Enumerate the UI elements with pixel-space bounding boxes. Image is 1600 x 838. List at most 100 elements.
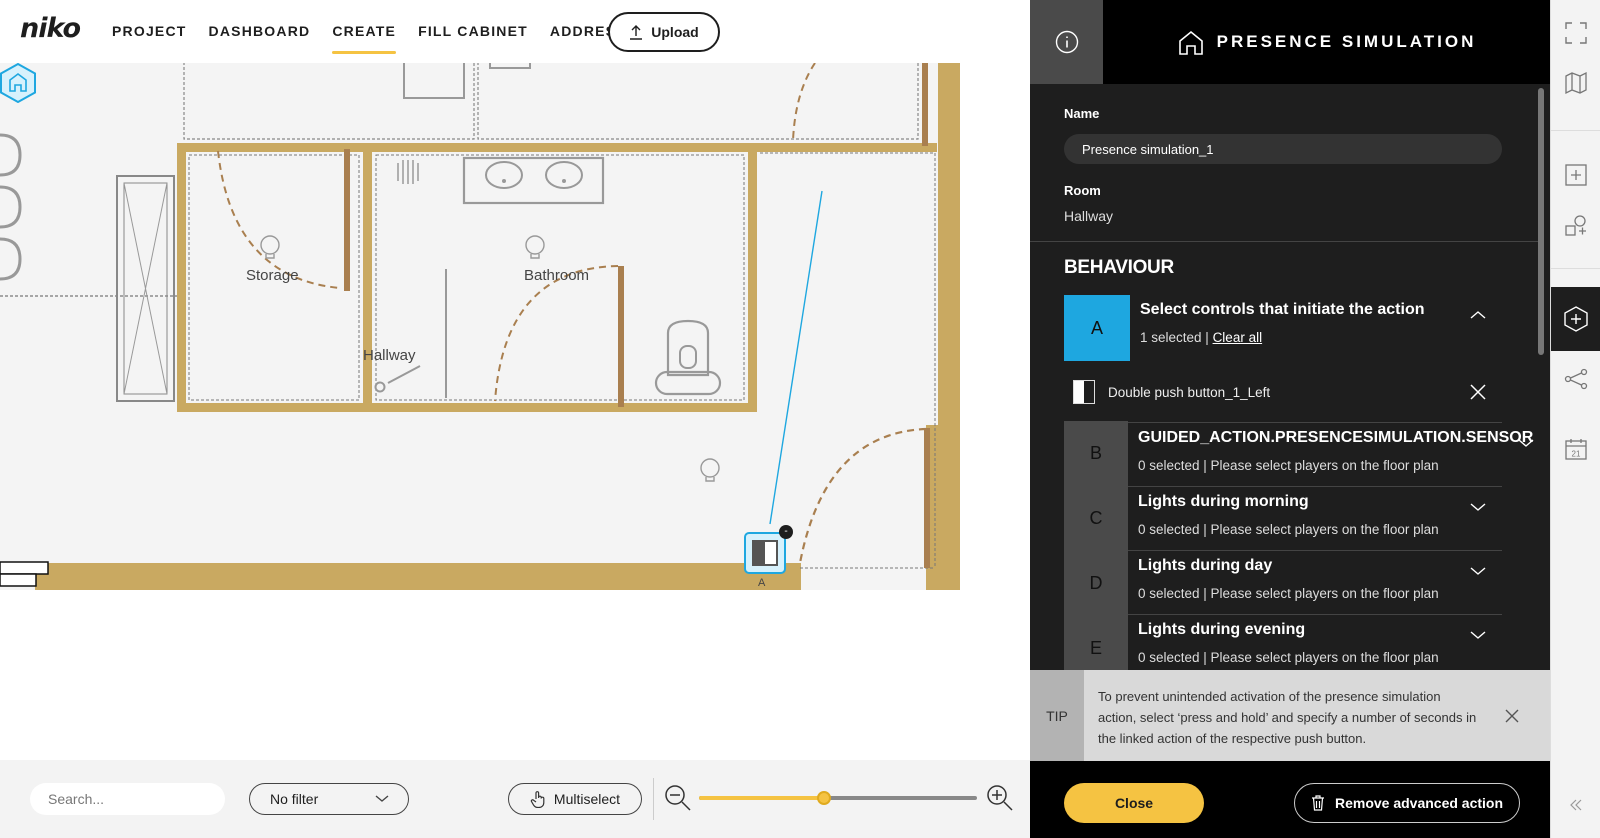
name-input[interactable] — [1064, 134, 1502, 164]
advanced-action-panel: PRESENCE SIMULATION Name Room Hallway BE… — [1030, 0, 1550, 838]
step-a-summary: 1 selected | Clear all — [1140, 330, 1262, 345]
push-button-marker[interactable] — [744, 532, 786, 574]
hexagon-plus-icon — [1564, 306, 1588, 332]
nav-fill-cabinet[interactable]: FILL CABINET — [418, 23, 528, 54]
step-b[interactable]: GUIDED_ACTION.PRESENCESIMULATION.SENSOR … — [1128, 422, 1534, 486]
step-e-badge: E — [1089, 638, 1102, 658]
plus-square-icon — [1565, 164, 1587, 186]
top-navigation: niko PROJECT DASHBOARD CREATE FILL CABIN… — [0, 0, 1030, 63]
close-icon[interactable] — [1502, 706, 1522, 726]
presence-simulation-marker[interactable] — [0, 63, 36, 103]
push-button-icon — [752, 540, 778, 566]
tip-text: To prevent unintended activation of the … — [1098, 689, 1477, 746]
calendar-button[interactable]: 21 — [1551, 424, 1600, 474]
zoom-out-icon[interactable] — [664, 784, 692, 812]
room-value: Hallway — [1064, 208, 1114, 224]
collapse-panel-button[interactable] — [1551, 780, 1600, 830]
advanced-actions-button[interactable] — [1551, 287, 1600, 351]
close-icon[interactable] — [1468, 382, 1488, 402]
panel-divider — [1030, 241, 1542, 242]
room-label-storage: Storage — [246, 267, 299, 284]
step-a-title: Select controls that initiate the action — [1140, 301, 1425, 318]
map-icon — [1565, 71, 1587, 95]
push-button-icon — [1073, 380, 1095, 404]
multiselect-label: Multiselect — [553, 791, 621, 807]
add-shapes-button[interactable] — [1551, 200, 1600, 250]
step-a-count: 1 selected | — [1140, 330, 1213, 345]
panel-footer: Close Remove advanced action — [1030, 761, 1550, 838]
zoom-slider-thumb[interactable] — [817, 791, 832, 805]
selected-control-label: Double push button_1_Left — [1108, 385, 1271, 400]
tip-banner: TIP To prevent unintended activation of … — [1030, 670, 1550, 761]
chevron-up-icon[interactable] — [1468, 309, 1488, 321]
room-label-bathroom: Bathroom — [524, 267, 590, 284]
panel-body[interactable]: Name Room Hallway BEHAVIOUR A Select con… — [1030, 84, 1550, 670]
step-c[interactable]: Lights during morning 0 selected | Pleas… — [1128, 486, 1502, 550]
step-b-badge: B — [1089, 443, 1102, 463]
clear-all-link[interactable]: Clear all — [1213, 330, 1263, 345]
panel-header: PRESENCE SIMULATION — [1103, 0, 1550, 84]
step-b-summary: 0 selected | Please select players on th… — [1138, 458, 1439, 473]
niko-logo[interactable]: niko — [20, 13, 81, 44]
fullscreen-button[interactable] — [1551, 8, 1600, 58]
calendar-icon: 21 — [1565, 439, 1587, 460]
upload-label: Upload — [651, 24, 699, 40]
step-b-title: GUIDED_ACTION.PRESENCESIMULATION.SENSOR — [1138, 429, 1534, 446]
panel-scrollbar[interactable] — [1538, 88, 1544, 355]
main-menu: PROJECT DASHBOARD CREATE FILL CABINET AD… — [112, 23, 649, 54]
upload-icon — [630, 25, 643, 40]
floor-plan-canvas[interactable]: Storage Bathroom Hallway - A — [0, 63, 1030, 760]
step-d[interactable]: Lights during day 0 selected | Please se… — [1128, 550, 1502, 614]
name-label: Name — [1064, 106, 1100, 121]
search-input[interactable] — [30, 783, 225, 815]
remove-link-badge[interactable]: - — [779, 525, 793, 539]
step-a[interactable]: A Select controls that initiate the acti… — [1064, 295, 1502, 361]
bottom-toolbar: No filter Multiselect — [0, 760, 1030, 838]
close-button[interactable]: Close — [1064, 783, 1204, 823]
chevron-down-icon[interactable] — [1516, 437, 1536, 449]
steps-letter-column: B C D E — [1064, 421, 1128, 670]
tip-label: TIP — [1030, 670, 1084, 761]
upload-button[interactable]: Upload — [608, 12, 720, 52]
double-chevron-left-icon — [1570, 799, 1582, 811]
chevron-down-icon[interactable] — [1468, 501, 1488, 513]
filter-dropdown[interactable]: No filter — [249, 783, 409, 815]
nav-dashboard[interactable]: DASHBOARD — [209, 23, 311, 54]
step-c-title: Lights during morning — [1138, 493, 1309, 510]
remove-advanced-action-label: Remove advanced action — [1334, 795, 1504, 811]
map-button[interactable] — [1551, 58, 1600, 108]
rail-divider — [1551, 268, 1600, 269]
step-d-summary: 0 selected | Please select players on th… — [1138, 586, 1439, 601]
links-button[interactable] — [1551, 354, 1600, 404]
step-a-badge: A — [1064, 295, 1130, 361]
chevron-down-icon[interactable] — [1468, 629, 1488, 641]
step-c-summary: 0 selected | Please select players on th… — [1138, 522, 1439, 537]
step-c-badge: C — [1089, 508, 1103, 528]
step-d-title: Lights during day — [1138, 557, 1273, 574]
step-e-title: Lights during evening — [1138, 621, 1306, 638]
right-tool-rail: 21 — [1550, 0, 1600, 838]
add-button[interactable] — [1551, 150, 1600, 200]
step-e-summary: 0 selected | Please select players on th… — [1138, 650, 1439, 665]
selected-control-item: Double push button_1_Left — [1064, 374, 1502, 412]
chevron-down-icon[interactable] — [1468, 565, 1488, 577]
shapes-icon — [1565, 215, 1586, 236]
nav-create[interactable]: CREATE — [332, 23, 396, 54]
step-d-badge: D — [1089, 573, 1103, 593]
remove-advanced-action-button[interactable]: Remove advanced action — [1294, 783, 1520, 823]
step-e[interactable]: Lights during evening 0 selected | Pleas… — [1128, 614, 1502, 670]
trash-icon — [1311, 795, 1324, 811]
toolbar-divider — [653, 778, 654, 820]
marker-step-letter: A — [758, 577, 766, 589]
panel-title: PRESENCE SIMULATION — [1216, 32, 1477, 51]
hand-pointer-icon — [530, 791, 545, 808]
nav-project[interactable]: PROJECT — [112, 23, 187, 54]
calendar-day: 21 — [1572, 450, 1581, 459]
zoom-in-icon[interactable] — [986, 784, 1014, 812]
info-button[interactable] — [1030, 0, 1103, 84]
share-nodes-icon — [1564, 368, 1588, 390]
zoom-slider[interactable] — [699, 791, 977, 805]
multiselect-button[interactable]: Multiselect — [508, 783, 642, 815]
zoom-slider-fill — [699, 796, 825, 800]
filter-value: No filter — [270, 791, 319, 807]
